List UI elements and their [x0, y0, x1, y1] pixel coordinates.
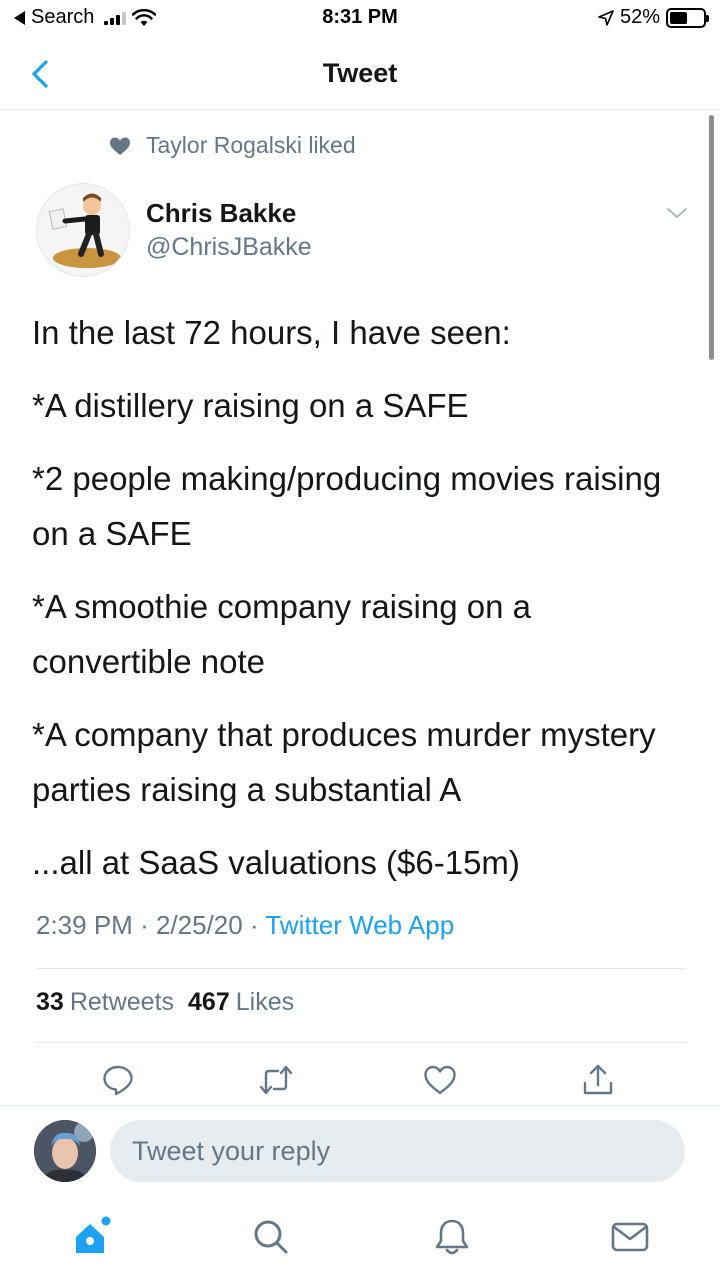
tweet-stats: 33 Retweets 467 Likes	[36, 988, 294, 1017]
likes-count: 467	[188, 988, 230, 1016]
divider	[36, 968, 686, 969]
tweet-paragraph: *A smoothie company raising on a convert…	[32, 588, 531, 680]
status-right: 52%	[598, 6, 709, 29]
retweet-icon[interactable]	[258, 1062, 294, 1098]
home-icon[interactable]	[70, 1215, 114, 1259]
status-bar: Search 8:31 PM 52%	[0, 0, 720, 40]
social-context[interactable]: Taylor Rogalski liked	[108, 132, 356, 159]
tweet-paragraph: In the last 72 hours, I have seen:	[32, 314, 511, 351]
author-bitmoji-image	[48, 193, 121, 268]
likes-label: Likes	[235, 988, 295, 1016]
retweets-stat[interactable]: 33 Retweets	[36, 988, 174, 1017]
reply-icon[interactable]	[100, 1062, 136, 1098]
user-avatar[interactable]	[34, 1120, 96, 1182]
tweet-text: In the last 72 hours, I have seen: *A di…	[32, 305, 692, 908]
retweets-count: 33	[36, 988, 64, 1016]
reply-input[interactable]: Tweet your reply	[110, 1120, 685, 1182]
tweet-paragraph: ...all at SaaS valuations ($6-15m)	[32, 844, 520, 881]
notifications-bell-icon[interactable]	[430, 1215, 474, 1259]
battery-fill	[670, 11, 687, 24]
meta-separator: ·	[140, 910, 156, 940]
tab-bar	[0, 1197, 720, 1280]
chevron-down-icon[interactable]	[664, 200, 690, 226]
scrollbar[interactable]	[709, 115, 714, 360]
like-heart-icon[interactable]	[422, 1062, 458, 1098]
share-icon[interactable]	[580, 1062, 616, 1098]
author-avatar[interactable]	[36, 183, 130, 277]
page-title: Tweet	[322, 58, 398, 88]
meta-separator: ·	[249, 910, 266, 940]
tweet-paragraph: *A company that produces murder mystery …	[32, 716, 656, 808]
heart-filled-icon	[110, 137, 130, 155]
battery-icon	[666, 7, 709, 28]
author-name[interactable]: Chris Bakke	[146, 198, 296, 229]
nav-bar: Tweet	[0, 40, 720, 110]
social-context-label: Taylor Rogalski liked	[146, 132, 356, 158]
tweet-paragraph: *2 people making/producing movies raisin…	[32, 460, 662, 552]
divider	[36, 1042, 686, 1043]
tweet-time: 2:39 PM	[36, 910, 133, 940]
search-icon[interactable]	[248, 1215, 292, 1259]
tweet-timestamp: 2:39 PM · 2/25/20 · Twitter Web App	[36, 910, 454, 941]
location-arrow-icon	[598, 9, 614, 26]
tweet-paragraph: *A distillery raising on a SAFE	[32, 387, 469, 424]
tweet-actions	[0, 1062, 720, 1102]
author-handle[interactable]: @ChrisJBakke	[146, 233, 312, 262]
battery-percent: 52%	[619, 6, 660, 28]
tweet-source-link[interactable]: Twitter Web App	[265, 910, 454, 940]
likes-stat[interactable]: 467 Likes	[188, 988, 294, 1017]
reply-bar: Tweet your reply	[0, 1105, 720, 1197]
user-photo-image	[34, 1120, 96, 1182]
messages-envelope-icon[interactable]	[608, 1215, 652, 1259]
tweet-date: 2/25/20	[155, 910, 243, 940]
retweets-label: Retweets	[69, 988, 175, 1016]
